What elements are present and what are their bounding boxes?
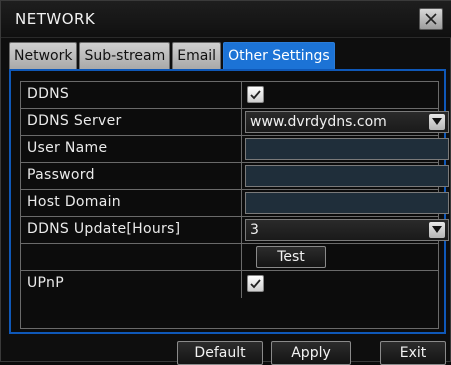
tab-other-settings[interactable]: Other Settings bbox=[223, 42, 335, 69]
network-dialog: NETWORK Network Sub-stream Email Other S… bbox=[0, 0, 451, 365]
ddns-server-value: www.dvrdydns.com bbox=[250, 114, 387, 130]
ddns-label: DDNS bbox=[27, 86, 70, 102]
column-divider bbox=[241, 271, 242, 298]
settings-grid: DDNS DDNS Server www.dvrdydns.com User N… bbox=[20, 81, 449, 329]
row-ddns-server: DDNS Server www.dvrdydns.com bbox=[21, 109, 449, 136]
checkmark-icon bbox=[250, 90, 261, 100]
column-divider bbox=[241, 190, 242, 216]
window-title: NETWORK bbox=[15, 10, 96, 28]
ddns-server-label: DDNS Server bbox=[27, 113, 122, 129]
column-divider bbox=[241, 163, 242, 189]
tab-sub-stream[interactable]: Sub-stream bbox=[79, 42, 171, 69]
dropdown-arrow[interactable] bbox=[429, 222, 445, 238]
upnp-label: UPnP bbox=[27, 275, 64, 291]
tab-bar: Network Sub-stream Email Other Settings bbox=[9, 42, 337, 69]
column-divider bbox=[241, 217, 242, 243]
user-name-input[interactable] bbox=[245, 138, 449, 160]
column-divider bbox=[241, 109, 242, 135]
dropdown-arrow[interactable] bbox=[429, 114, 445, 130]
row-user-name: User Name bbox=[21, 136, 449, 163]
row-ddns: DDNS bbox=[21, 82, 438, 109]
tab-network[interactable]: Network bbox=[9, 42, 78, 69]
settings-panel: DDNS DDNS Server www.dvrdydns.com User N… bbox=[9, 69, 449, 334]
row-password: Password bbox=[21, 163, 449, 190]
title-bar: NETWORK bbox=[1, 1, 451, 38]
ddns-update-label: DDNS Update[Hours] bbox=[27, 221, 181, 237]
close-icon bbox=[425, 13, 437, 25]
ddns-server-select[interactable]: www.dvrdydns.com bbox=[245, 111, 449, 133]
checkmark-icon bbox=[250, 279, 261, 289]
column-divider bbox=[241, 244, 242, 270]
column-divider bbox=[241, 136, 242, 162]
upnp-checkbox[interactable] bbox=[247, 275, 264, 292]
tab-email[interactable]: Email bbox=[172, 42, 222, 69]
password-label: Password bbox=[27, 167, 95, 183]
test-button[interactable]: Test bbox=[256, 246, 326, 268]
ddns-update-select[interactable]: 3 bbox=[245, 219, 449, 241]
row-host-domain: Host Domain bbox=[21, 190, 449, 217]
host-domain-label: Host Domain bbox=[27, 194, 121, 210]
close-button[interactable] bbox=[419, 8, 443, 30]
default-button[interactable]: Default bbox=[177, 341, 263, 365]
chevron-down-icon bbox=[432, 226, 442, 233]
chevron-down-icon bbox=[432, 118, 442, 125]
apply-button[interactable]: Apply bbox=[271, 341, 351, 365]
user-name-label: User Name bbox=[27, 140, 108, 156]
ddns-update-value: 3 bbox=[250, 222, 259, 238]
row-ddns-update: DDNS Update[Hours] 3 bbox=[21, 217, 449, 244]
ddns-checkbox[interactable] bbox=[247, 86, 264, 103]
column-divider bbox=[241, 82, 242, 108]
row-test: Test bbox=[21, 244, 438, 271]
password-input[interactable] bbox=[245, 165, 449, 187]
host-domain-input[interactable] bbox=[245, 192, 449, 214]
exit-button[interactable]: Exit bbox=[380, 341, 446, 365]
row-upnp: UPnP bbox=[21, 271, 438, 298]
